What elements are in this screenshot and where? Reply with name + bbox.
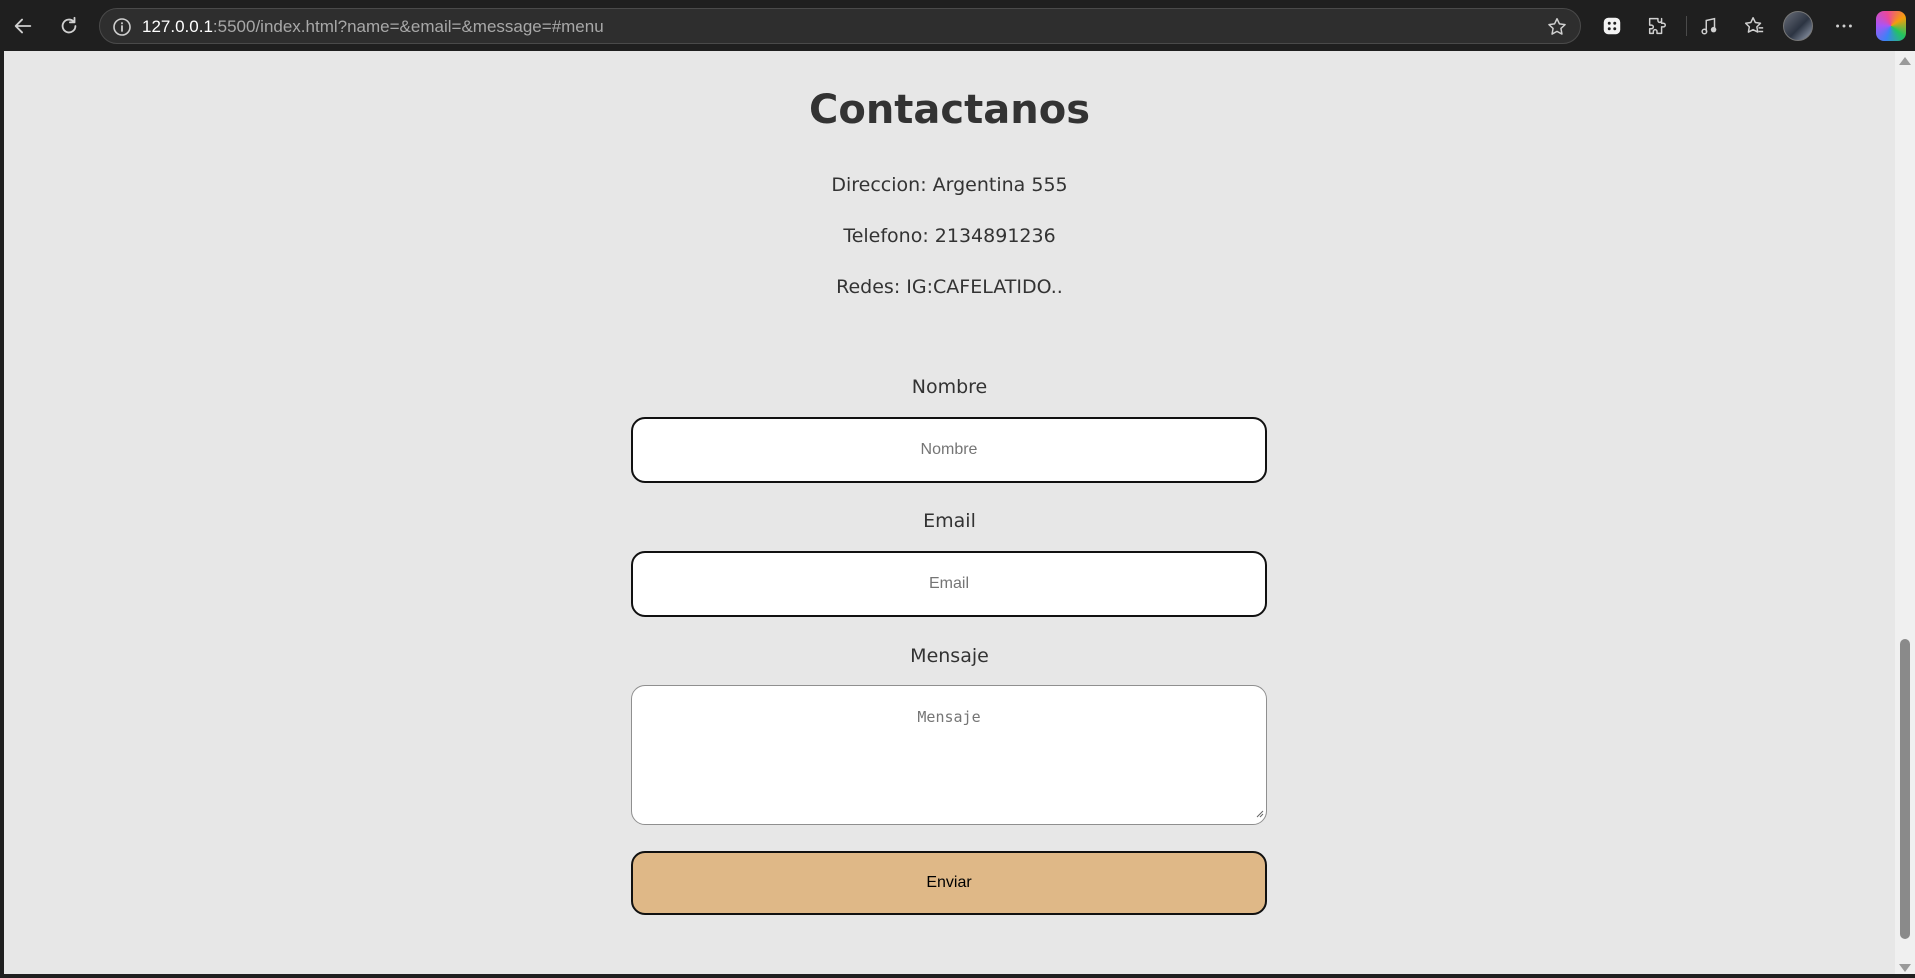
resize-grip-icon[interactable] xyxy=(1254,808,1264,818)
info-icon[interactable] xyxy=(112,17,132,37)
copilot-icon[interactable] xyxy=(1876,11,1906,41)
toolbar-separator xyxy=(1686,16,1687,36)
window-bottom-edge xyxy=(0,974,1915,978)
page-viewport: Contactanos Direccion: Argentina 555 Tel… xyxy=(4,51,1895,974)
url-host: 127.0.0.1 xyxy=(142,17,213,36)
back-button[interactable] xyxy=(5,8,41,44)
name-input[interactable] xyxy=(631,417,1267,483)
email-label: Email xyxy=(923,510,976,532)
scroll-down-arrow-icon[interactable] xyxy=(1899,964,1911,972)
scroll-thumb[interactable] xyxy=(1900,639,1910,939)
name-label: Nombre xyxy=(911,376,988,398)
favorites-button[interactable] xyxy=(1736,8,1772,44)
favorites-icon xyxy=(1744,17,1764,33)
phone-text: Telefono: 2134891236 xyxy=(843,225,1056,247)
favorite-star-icon[interactable] xyxy=(1546,16,1568,38)
more-dots-icon xyxy=(1836,24,1852,28)
social-text: Redes: IG:CAFELATIDO.. xyxy=(836,276,1063,298)
back-arrow-icon xyxy=(14,18,32,34)
refresh-icon xyxy=(61,16,77,34)
url-text[interactable]: 127.0.0.1:5500/index.html?name=&email=&m… xyxy=(142,17,604,37)
message-textarea[interactable] xyxy=(631,685,1267,825)
browser-toolbar: 127.0.0.1:5500/index.html?name=&email=&m… xyxy=(0,0,1915,51)
submit-button[interactable]: Enviar xyxy=(631,851,1267,915)
url-path: :5500/index.html?name=&email=&message=#m… xyxy=(212,17,604,36)
message-label: Mensaje xyxy=(910,645,989,667)
address-text: Direccion: Argentina 555 xyxy=(831,174,1068,196)
extensions-button[interactable] xyxy=(1639,8,1675,44)
refresh-button[interactable] xyxy=(51,8,87,44)
games-button[interactable] xyxy=(1594,8,1630,44)
email-input[interactable] xyxy=(631,551,1267,617)
gamepad-icon xyxy=(1603,17,1621,35)
address-bar[interactable]: 127.0.0.1:5500/index.html?name=&email=&m… xyxy=(99,8,1581,44)
scroll-up-arrow-icon[interactable] xyxy=(1899,57,1911,65)
puzzle-icon xyxy=(1648,17,1666,35)
vertical-scrollbar[interactable] xyxy=(1895,51,1915,978)
profile-avatar[interactable] xyxy=(1783,11,1813,41)
music-icon xyxy=(1701,17,1717,35)
more-options-button[interactable] xyxy=(1826,8,1862,44)
page-title: Contactanos xyxy=(808,87,1090,133)
media-control-button[interactable] xyxy=(1691,8,1727,44)
